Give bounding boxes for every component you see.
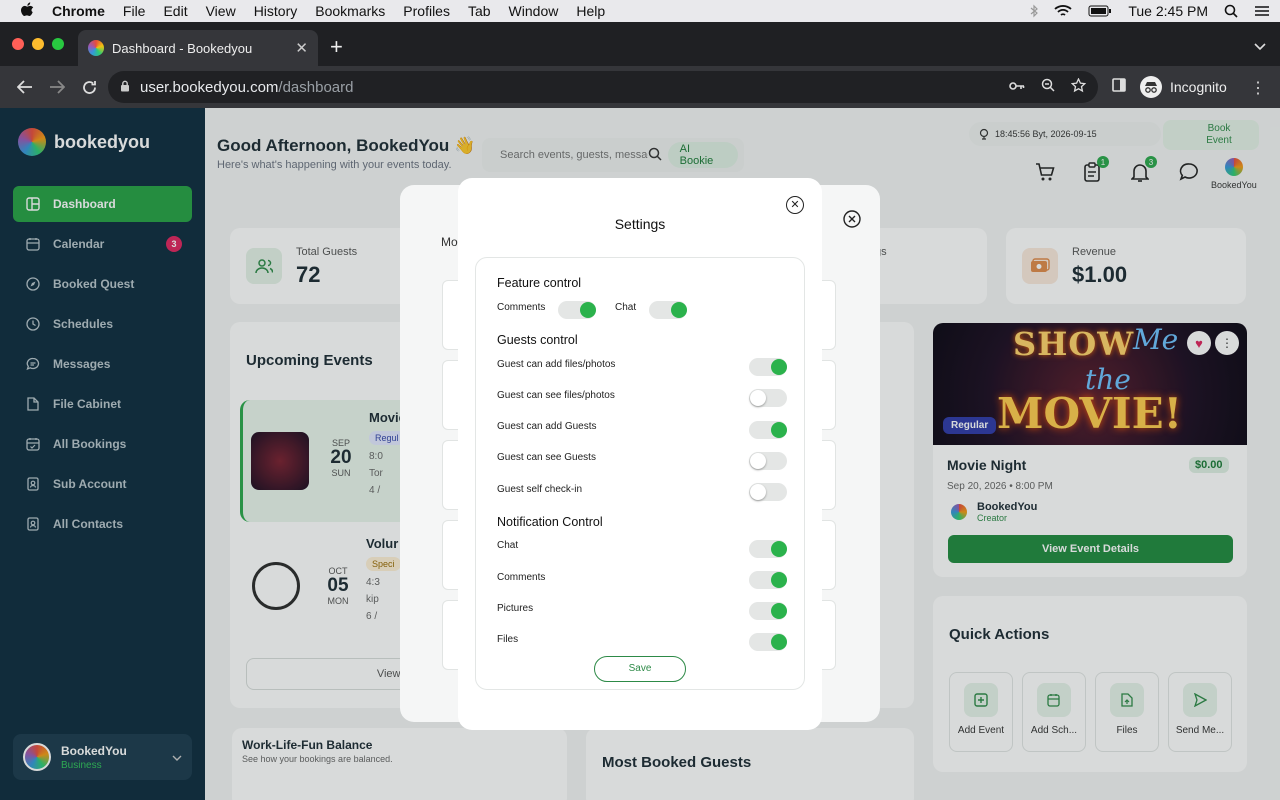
files-notification-toggle[interactable] (749, 633, 787, 651)
control-center-icon[interactable] (1254, 5, 1270, 17)
guest-see-guests-toggle[interactable] (749, 452, 787, 470)
close-icon[interactable]: ✕ (786, 196, 804, 214)
minimize-window-button[interactable] (32, 38, 44, 50)
zoom-window-button[interactable] (52, 38, 64, 50)
browser-toolbar: user.bookedyou.com/dashboard Incognito ⋮ (0, 66, 1280, 108)
zoom-icon[interactable] (1041, 78, 1055, 97)
menu-bookmarks[interactable]: Bookmarks (315, 3, 385, 19)
spotlight-icon[interactable] (1224, 4, 1238, 18)
guest-see-files-toggle[interactable] (749, 389, 787, 407)
setting-label: Guest can see files/photos (497, 390, 615, 401)
incognito-indicator[interactable]: Incognito (1140, 72, 1227, 102)
menu-window[interactable]: Window (509, 3, 559, 19)
menu-history[interactable]: History (254, 3, 298, 19)
menu-help[interactable]: Help (576, 3, 605, 19)
comments-notification-toggle[interactable] (749, 571, 787, 589)
feature-control-heading: Feature control (497, 276, 582, 290)
close-tab-icon[interactable]: ✕ (295, 39, 308, 57)
battery-icon[interactable] (1088, 5, 1112, 17)
save-button[interactable]: Save (594, 656, 686, 682)
settings-modal: ✕ Settings Feature control Comments Chat… (458, 178, 822, 730)
setting-label: Guest can see Guests (497, 452, 596, 463)
lock-icon[interactable] (120, 79, 130, 96)
setting-label: Chat (497, 540, 519, 551)
bluetooth-icon[interactable] (1030, 4, 1039, 18)
dialog-label-fragment: Mo (441, 235, 458, 249)
wifi-icon[interactable] (1054, 4, 1072, 18)
incognito-icon (1140, 76, 1162, 98)
menu-file[interactable]: File (123, 3, 146, 19)
key-icon[interactable] (1009, 78, 1025, 97)
tab-title: Dashboard - Bookedyou (112, 40, 253, 56)
setting-label: Pictures (497, 603, 534, 614)
browser-tabbar: Dashboard - Bookedyou ✕ + (0, 22, 1280, 66)
setting-label: Comments (497, 302, 546, 313)
guest-add-guests-toggle[interactable] (749, 421, 787, 439)
settings-panel: Feature control Comments Chat Guests con… (475, 257, 805, 690)
setting-label: Chat (615, 302, 637, 313)
menu-profiles[interactable]: Profiles (403, 3, 450, 19)
web-page: bookedyou Dashboard Calendar 3 Booked Qu… (0, 108, 1280, 800)
menu-tab[interactable]: Tab (468, 3, 491, 19)
pictures-notification-toggle[interactable] (749, 602, 787, 620)
notification-control-heading: Notification Control (497, 515, 603, 529)
window-controls (12, 38, 64, 50)
incognito-label: Incognito (1170, 79, 1227, 95)
close-icon[interactable] (843, 210, 861, 231)
macos-menubar: Chrome File Edit View History Bookmarks … (0, 0, 1280, 22)
apple-icon[interactable] (20, 1, 38, 21)
url-path: /dashboard (278, 78, 354, 96)
menubar-clock[interactable]: Tue 2:45 PM (1128, 3, 1208, 19)
tab-search-icon[interactable] (1254, 40, 1266, 54)
forward-arrow-icon[interactable] (42, 72, 72, 102)
bookmark-star-icon[interactable] (1070, 76, 1087, 97)
setting-label: Files (497, 634, 519, 645)
menu-app-name[interactable]: Chrome (52, 3, 105, 19)
side-panel-icon[interactable] (1112, 78, 1126, 95)
setting-label: Comments (497, 572, 546, 583)
guests-control-heading: Guests control (497, 333, 578, 347)
browser-tab[interactable]: Dashboard - Bookedyou ✕ (78, 30, 318, 66)
url-host: user.bookedyou.com (140, 78, 279, 96)
guest-self-checkin-toggle[interactable] (749, 483, 787, 501)
menu-view[interactable]: View (206, 3, 236, 19)
chrome-menu-icon[interactable]: ⋮ (1250, 78, 1266, 98)
setting-label: Guest self check-in (497, 484, 583, 495)
tab-favicon-icon (88, 40, 104, 56)
chat-feature-toggle[interactable] (649, 301, 687, 319)
chat-notification-toggle[interactable] (749, 540, 787, 558)
comments-feature-toggle[interactable] (558, 301, 596, 319)
setting-label: Guest can add Guests (497, 421, 597, 432)
modal-title: Settings (614, 216, 666, 232)
reload-icon[interactable] (74, 72, 104, 102)
back-arrow-icon[interactable] (10, 72, 40, 102)
menu-edit[interactable]: Edit (163, 3, 187, 19)
address-bar[interactable]: user.bookedyou.com/dashboard (108, 71, 1098, 103)
setting-label: Guest can add files/photos (497, 359, 616, 370)
guest-add-files-toggle[interactable] (749, 358, 787, 376)
close-window-button[interactable] (12, 38, 24, 50)
new-tab-button[interactable]: + (330, 36, 343, 58)
